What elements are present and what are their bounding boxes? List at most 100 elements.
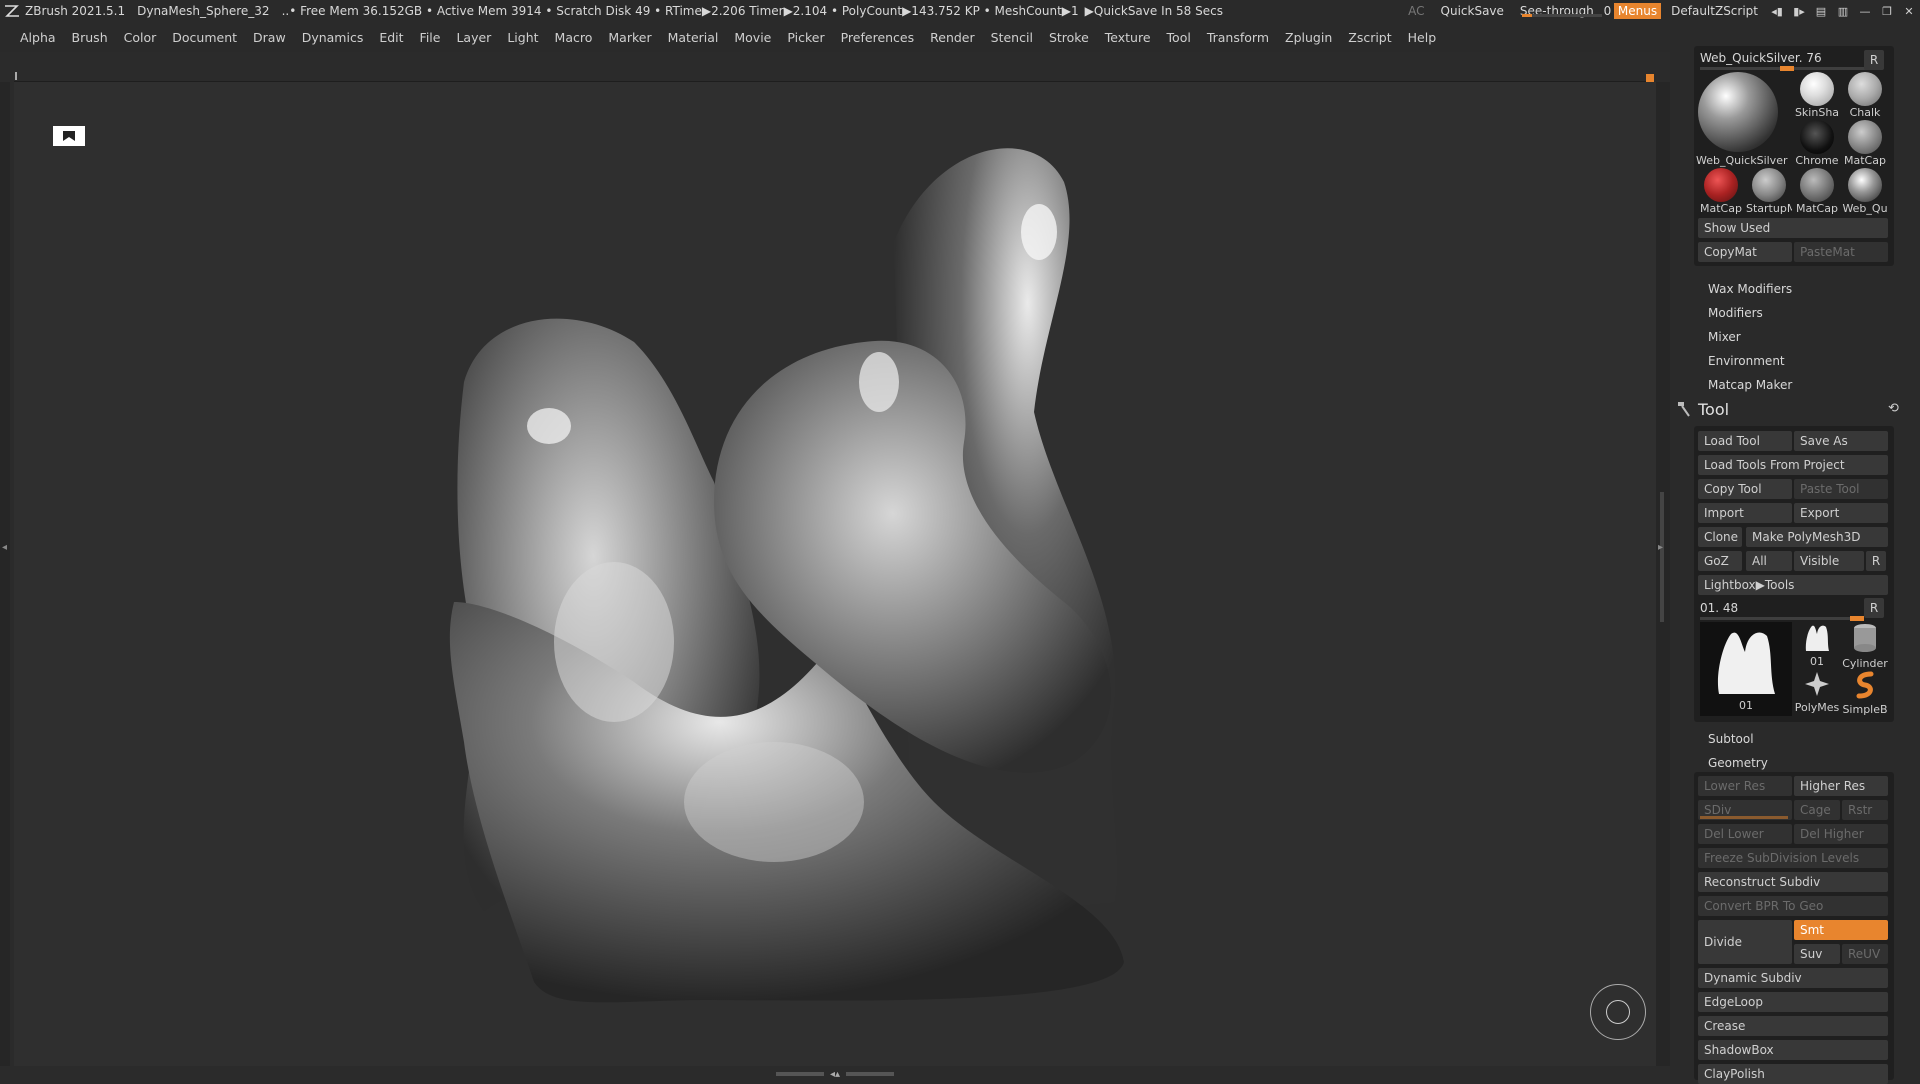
lightbox-tools-button[interactable]: Lightbox▶Tools bbox=[1698, 575, 1888, 595]
menu-render[interactable]: Render bbox=[922, 30, 983, 45]
paste-material-button[interactable]: PasteMat bbox=[1794, 242, 1888, 262]
show-used-button[interactable]: Show Used bbox=[1698, 218, 1888, 238]
left-tray-edge[interactable]: ◂ bbox=[0, 82, 10, 1066]
section-matcap-maker[interactable]: Matcap Maker bbox=[1708, 378, 1792, 392]
menu-draw[interactable]: Draw bbox=[245, 30, 294, 45]
tool-reset-button[interactable]: R bbox=[1864, 598, 1884, 618]
menu-edit[interactable]: Edit bbox=[371, 30, 411, 45]
menu-color[interactable]: Color bbox=[116, 30, 165, 45]
import-button[interactable]: Import bbox=[1698, 503, 1792, 523]
goz-all-button[interactable]: All bbox=[1746, 551, 1792, 571]
ruler-end-marker[interactable] bbox=[1646, 74, 1654, 82]
seethrough-slider[interactable]: See-through 0 bbox=[1512, 4, 1612, 18]
lower-res-button[interactable]: Lower Res bbox=[1698, 776, 1792, 796]
menu-document[interactable]: Document bbox=[164, 30, 245, 45]
section-mixer[interactable]: Mixer bbox=[1708, 330, 1741, 344]
material-reset-button[interactable]: R bbox=[1864, 50, 1884, 70]
del-lower-button[interactable]: Del Lower bbox=[1698, 824, 1792, 844]
section-modifiers[interactable]: Modifiers bbox=[1708, 306, 1763, 320]
menu-stencil[interactable]: Stencil bbox=[983, 30, 1041, 45]
material-thumb-web_qu[interactable]: Web_Qu bbox=[1842, 168, 1888, 215]
material-thumb-matcap[interactable]: MatCap bbox=[1698, 168, 1744, 215]
subtool-section[interactable]: Subtool bbox=[1708, 732, 1754, 746]
document-canvas[interactable] bbox=[14, 82, 1656, 1066]
menu-tool[interactable]: Tool bbox=[1159, 30, 1199, 45]
menu-zplugin[interactable]: Zplugin bbox=[1277, 30, 1340, 45]
menu-picker[interactable]: Picker bbox=[779, 30, 832, 45]
layout-right-icon[interactable]: ▮▸ bbox=[1788, 5, 1810, 18]
freeze-subdivision-button[interactable]: Freeze SubDivision Levels bbox=[1698, 848, 1888, 868]
tool-thumb-simpleb[interactable]: SimpleB bbox=[1842, 670, 1888, 716]
menu-help[interactable]: Help bbox=[1400, 30, 1445, 45]
close-icon[interactable]: ✕ bbox=[1898, 5, 1920, 18]
menu-layer[interactable]: Layer bbox=[448, 30, 499, 45]
reconstruct-subdiv-button[interactable]: Reconstruct Subdiv bbox=[1698, 872, 1888, 892]
menu-alpha[interactable]: Alpha bbox=[12, 30, 64, 45]
layout-left-icon[interactable]: ◂▮ bbox=[1766, 5, 1788, 18]
clone-button[interactable]: Clone bbox=[1698, 527, 1742, 547]
menu-brush[interactable]: Brush bbox=[64, 30, 116, 45]
menus-toggle-button[interactable]: Menus bbox=[1613, 3, 1662, 19]
bottom-tray-arrow-icon[interactable]: ◂▴ bbox=[830, 1069, 840, 1080]
convert-bpr-button[interactable]: Convert BPR To Geo bbox=[1698, 896, 1888, 916]
geometry-shadowbox-button[interactable]: ShadowBox bbox=[1698, 1040, 1888, 1060]
menu-file[interactable]: File bbox=[412, 30, 449, 45]
navigation-gizmo-icon[interactable] bbox=[1590, 984, 1646, 1040]
menu-marker[interactable]: Marker bbox=[600, 30, 659, 45]
goz-button[interactable]: GoZ bbox=[1698, 551, 1742, 571]
geometry-edgeloop-button[interactable]: EdgeLoop bbox=[1698, 992, 1888, 1012]
tool-palette-title[interactable]: Tool bbox=[1698, 400, 1729, 419]
material-thumb-skinsha[interactable]: SkinSha bbox=[1794, 72, 1840, 119]
goz-visible-button[interactable]: Visible bbox=[1794, 551, 1864, 571]
bottom-tray-handle[interactable]: ◂▴ bbox=[770, 1068, 900, 1080]
tool-thumb-cylinder[interactable]: Cylinder bbox=[1842, 622, 1888, 670]
goz-r-button[interactable]: R bbox=[1866, 551, 1886, 571]
del-higher-button[interactable]: Del Higher bbox=[1794, 824, 1888, 844]
export-button[interactable]: Export bbox=[1794, 503, 1888, 523]
tool-slider-track[interactable] bbox=[1700, 616, 1864, 621]
window-tile-icon[interactable]: ▥ bbox=[1832, 5, 1854, 18]
make-polymesh3d-button[interactable]: Make PolyMesh3D bbox=[1746, 527, 1888, 547]
rstr-button[interactable]: Rstr bbox=[1842, 800, 1888, 820]
section-environment[interactable]: Environment bbox=[1708, 354, 1785, 368]
left-tray-arrow-icon[interactable]: ◂ bbox=[2, 542, 7, 553]
right-tray-edge[interactable]: ▸ bbox=[1656, 82, 1670, 1066]
reuv-toggle[interactable]: ReUV bbox=[1842, 944, 1888, 964]
paste-tool-button[interactable]: Paste Tool bbox=[1794, 479, 1888, 499]
geometry-dynamic-subdiv-button[interactable]: Dynamic Subdiv bbox=[1698, 968, 1888, 988]
right-tray-arrow-icon[interactable]: ▸ bbox=[1658, 542, 1663, 553]
suv-toggle[interactable]: Suv bbox=[1794, 944, 1840, 964]
higher-res-button[interactable]: Higher Res bbox=[1794, 776, 1888, 796]
load-tool-button[interactable]: Load Tool bbox=[1698, 431, 1792, 451]
menu-dynamics[interactable]: Dynamics bbox=[294, 30, 372, 45]
load-tools-from-project-button[interactable]: Load Tools From Project bbox=[1698, 455, 1888, 475]
cage-button[interactable]: Cage bbox=[1794, 800, 1840, 820]
menu-stroke[interactable]: Stroke bbox=[1041, 30, 1097, 45]
material-thumb-startupm[interactable]: StartupM bbox=[1746, 168, 1792, 215]
copy-material-button[interactable]: CopyMat bbox=[1698, 242, 1792, 262]
quicksave-button[interactable]: QuickSave bbox=[1433, 4, 1512, 18]
copy-tool-button[interactable]: Copy Tool bbox=[1698, 479, 1792, 499]
refresh-icon[interactable]: ⟲ bbox=[1888, 401, 1904, 417]
menu-macro[interactable]: Macro bbox=[547, 30, 601, 45]
current-tool-thumb[interactable]: 01 bbox=[1700, 622, 1792, 716]
tool-thumb-polymes[interactable]: PolyMes bbox=[1794, 670, 1840, 714]
material-main-thumb[interactable]: Web_QuickSilver bbox=[1696, 72, 1787, 167]
menu-preferences[interactable]: Preferences bbox=[833, 30, 923, 45]
window-layout-icon[interactable]: ▤ bbox=[1810, 5, 1832, 18]
material-thumb-chalk[interactable]: Chalk bbox=[1842, 72, 1888, 119]
ac-label[interactable]: AC bbox=[1400, 4, 1432, 18]
right-tray-grip[interactable] bbox=[1660, 492, 1664, 622]
menu-movie[interactable]: Movie bbox=[726, 30, 779, 45]
tool-thumb-01[interactable]: 01 bbox=[1794, 622, 1840, 668]
geometry-crease-button[interactable]: Crease bbox=[1698, 1016, 1888, 1036]
geometry-section[interactable]: Geometry bbox=[1708, 756, 1768, 770]
material-thumb-matcap[interactable]: MatCap bbox=[1842, 120, 1888, 167]
smt-toggle[interactable]: Smt bbox=[1794, 920, 1888, 940]
sculpt-model-icon[interactable] bbox=[14, 82, 1656, 1066]
floor-grid-icon[interactable] bbox=[53, 126, 85, 146]
material-slider-track[interactable] bbox=[1700, 66, 1870, 71]
minimize-icon[interactable]: — bbox=[1854, 5, 1876, 18]
save-as-button[interactable]: Save As bbox=[1794, 431, 1888, 451]
menu-light[interactable]: Light bbox=[499, 30, 546, 45]
